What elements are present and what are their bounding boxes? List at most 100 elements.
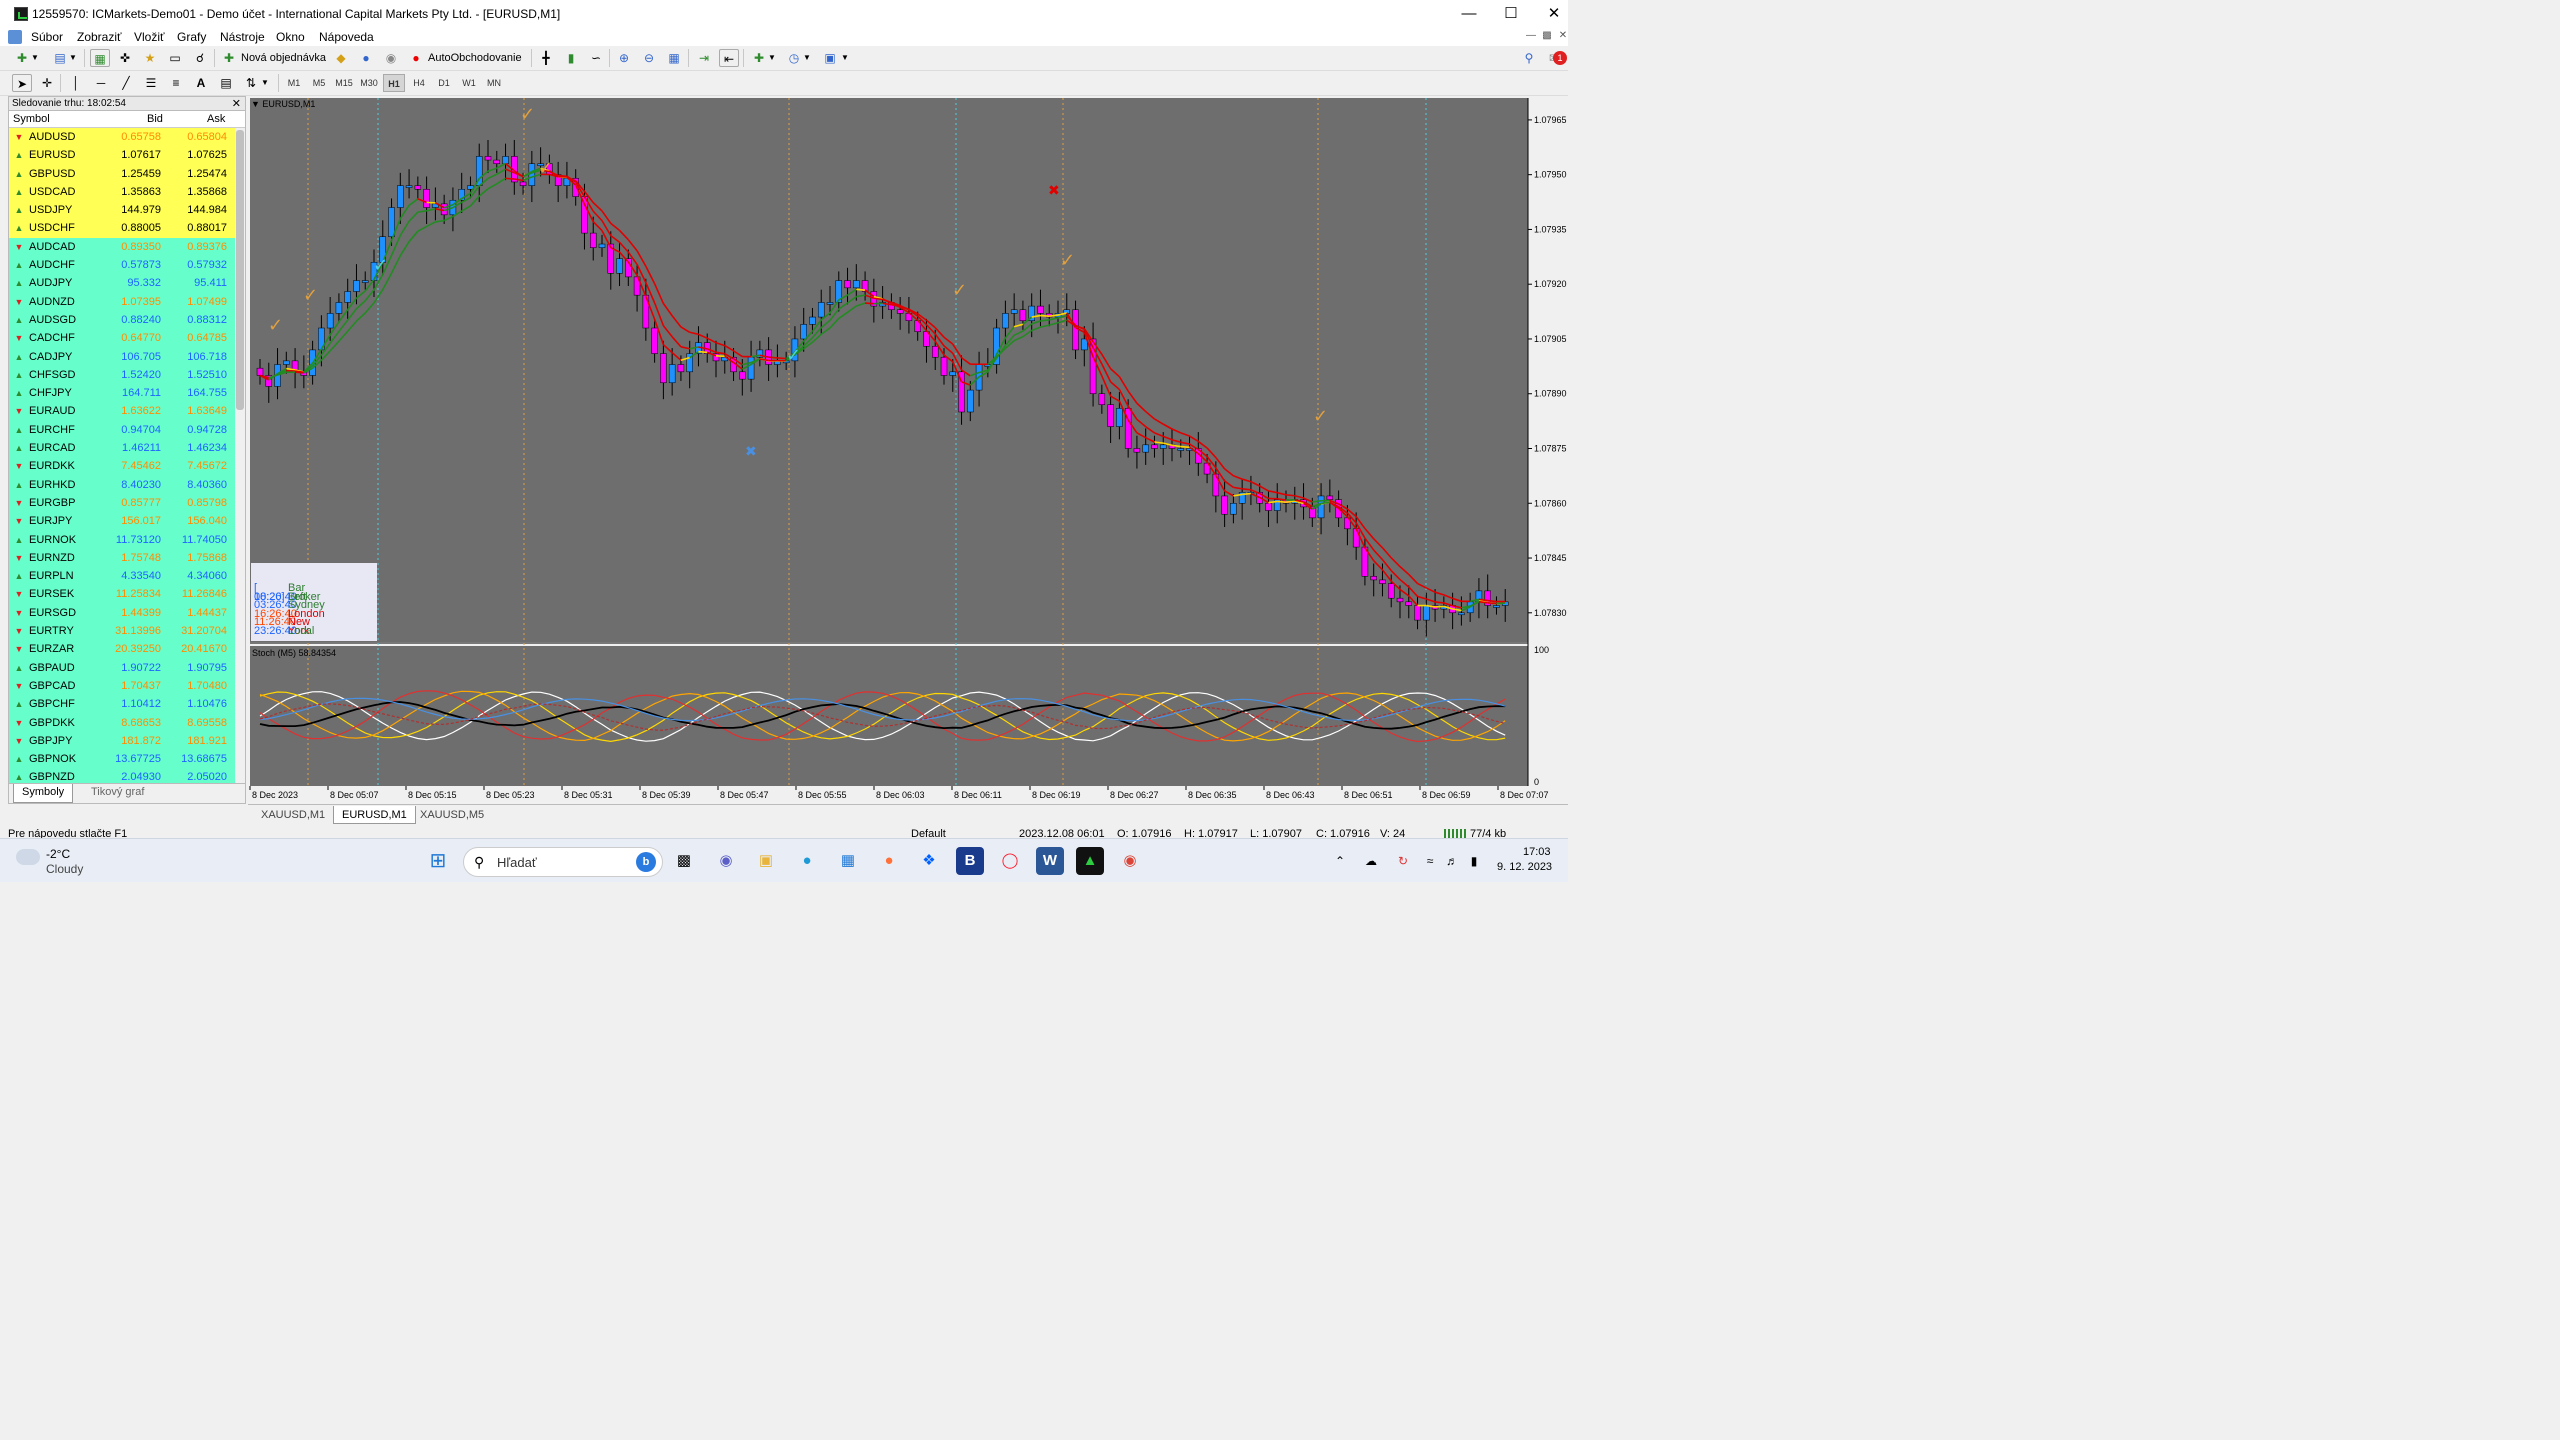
menu-view[interactable]: Zobraziť (77, 30, 122, 44)
market-watch-row[interactable]: ▼ AUDCAD 0.89350 0.89376 (9, 237, 245, 257)
dropdown-arrow-icon[interactable]: ▼ (802, 49, 812, 67)
menu-file[interactable]: Súbor (31, 30, 63, 44)
market-watch-row[interactable]: ▲ GBPNOK 13.67725 13.68675 (9, 750, 245, 769)
menu-charts[interactable]: Grafy (177, 30, 206, 44)
market-watch-row[interactable]: ▼ EURGBP 0.85777 0.85798 (9, 493, 245, 513)
market-watch-row[interactable]: ▲ USDCAD 1.35863 1.35868 (9, 182, 245, 202)
autotrading-button[interactable]: AutoObchodovanie (428, 52, 522, 64)
market-watch-row[interactable]: ▼ AUDNZD 1.07395 1.07499 (9, 292, 245, 311)
market-watch-row[interactable]: ▲ EURCHF 0.94704 0.94728 (9, 420, 245, 440)
chevron-up-icon[interactable]: ⌃ (1330, 847, 1350, 875)
file-explorer-icon[interactable]: ▣ (752, 847, 780, 875)
close-window-button[interactable]: ✕ (1531, 0, 1577, 28)
tab-xauusd-m1[interactable]: XAUUSD,M1 (253, 806, 333, 824)
start-icon[interactable]: ⊞ (424, 847, 452, 875)
autotrading-icon[interactable]: ● (406, 49, 426, 67)
market-watch-row[interactable]: ▼ GBPCAD 1.70437 1.70480 (9, 676, 245, 696)
metatrader-icon[interactable]: ▲ (1076, 847, 1104, 875)
close-icon[interactable]: ✕ (232, 97, 241, 111)
line-chart-icon[interactable]: ∽ (586, 49, 606, 67)
dropbox-icon[interactable]: ❖ (915, 847, 943, 875)
sync-icon[interactable]: ↻ (1392, 847, 1414, 875)
market-watch-row[interactable]: ▲ USDJPY 144.979 144.984 (9, 201, 245, 220)
tf-m1[interactable]: M1 (283, 74, 305, 92)
mdi-close-icon[interactable]: ✕ (1555, 30, 1571, 44)
battery-icon[interactable]: ▮ (1464, 847, 1484, 875)
templates-icon[interactable]: ▣ (820, 49, 840, 67)
document-icon[interactable] (8, 30, 22, 44)
signals-icon[interactable]: ● (356, 49, 376, 67)
fibonacci-icon[interactable]: ≡ (166, 74, 186, 92)
tab-xauusd-m5[interactable]: XAUUSD,M5 (412, 806, 492, 824)
market-watch-row[interactable]: ▼ EURTRY 31.13996 31.20704 (9, 622, 245, 641)
market-watch-row[interactable]: ▲ USDCHF 0.88005 0.88017 (9, 219, 245, 238)
maximize-button[interactable]: ☐ (1488, 0, 1534, 28)
tf-d1[interactable]: D1 (433, 74, 455, 92)
vertical-line-icon[interactable]: │ (66, 74, 86, 92)
chrome-icon[interactable]: ◉ (1116, 847, 1144, 875)
bar-chart-icon[interactable]: ╋ (536, 49, 556, 67)
data-window-icon[interactable]: ✜ (115, 49, 135, 67)
wifi-icon[interactable]: ≈ (1420, 847, 1440, 875)
tf-m5[interactable]: M5 (308, 74, 330, 92)
profiles-icon[interactable]: ▤ (50, 49, 70, 67)
tf-m15[interactable]: M15 (333, 74, 355, 92)
firefox-icon[interactable]: ● (875, 847, 903, 875)
market-watch-row[interactable]: ▲ EURNOK 11.73120 11.74050 (9, 530, 245, 549)
opera-icon[interactable]: ◯ (996, 847, 1024, 875)
minimize-button[interactable]: — (1446, 0, 1492, 28)
dropdown-arrow-icon[interactable]: ▼ (30, 49, 40, 67)
scrollbar-thumb[interactable] (236, 130, 244, 410)
market-watch-row[interactable]: ▲ GBPCHF 1.10412 1.10476 (9, 695, 245, 714)
market-watch-row[interactable]: ▲ EURPLN 4.33540 4.34060 (9, 567, 245, 586)
market-watch-row[interactable]: ▼ GBPDKK 8.68653 8.69558 (9, 713, 245, 732)
trendline-icon[interactable]: ╱ (116, 74, 136, 92)
market-watch-row[interactable]: ▲ CHFJPY 164.711 164.755 (9, 384, 245, 403)
market-watch-row[interactable]: ▲ EURHKD 8.40230 8.40360 (9, 475, 245, 494)
market-watch-row[interactable]: ▼ EURDKK 7.45462 7.45672 (9, 457, 245, 476)
dropdown-arrow-icon[interactable]: ▼ (68, 49, 78, 67)
menu-help[interactable]: Nápoveda (319, 30, 374, 44)
edge-icon[interactable]: ● (793, 847, 821, 875)
text-icon[interactable]: A (191, 74, 211, 92)
market-watch-row[interactable]: ▲ GBPAUD 1.90722 1.90795 (9, 658, 245, 677)
tab-eurusd-m1[interactable]: EURUSD,M1 (333, 806, 416, 824)
teams-icon[interactable]: ◉ (712, 847, 740, 875)
candlestick-chart-icon[interactable]: ▮ (561, 49, 581, 67)
strategy-tester-icon[interactable]: ☌ (190, 49, 210, 67)
periods-icon[interactable]: ◷ (784, 49, 804, 67)
weather-cloud-icon[interactable] (16, 849, 40, 865)
task-view-icon[interactable]: ▩ (670, 847, 698, 875)
weather-temp[interactable]: -2°C (46, 847, 70, 861)
crosshair-icon[interactable]: ✛ (37, 74, 57, 92)
market-watch-row[interactable]: ▲ AUDCHF 0.57873 0.57932 (9, 256, 245, 275)
column-bid[interactable]: Bid (147, 113, 163, 125)
mdi-restore-icon[interactable]: ▩ (1539, 30, 1555, 44)
notification-badge[interactable]: 1 (1553, 51, 1567, 65)
market-watch-row[interactable]: ▲ GBPUSD 1.25459 1.25474 (9, 164, 245, 183)
dropdown-arrow-icon[interactable]: ▼ (260, 74, 270, 92)
mdi-minimize-icon[interactable]: — (1523, 30, 1539, 44)
dropdown-arrow-icon[interactable]: ▼ (840, 49, 850, 67)
metaeditor-icon[interactable]: ◆ (331, 49, 351, 67)
market-watch-row[interactable]: ▼ EURZAR 20.39250 20.41670 (9, 640, 245, 659)
b-app-icon[interactable]: B (956, 847, 984, 875)
market-watch-row[interactable]: ▼ AUDUSD 0.65758 0.65804 (9, 128, 245, 147)
tf-w1[interactable]: W1 (458, 74, 480, 92)
column-symbol[interactable]: Symbol (13, 113, 50, 125)
menu-window[interactable]: Okno (276, 30, 305, 44)
onedrive-icon[interactable]: ☁ (1360, 847, 1382, 875)
clock-time[interactable]: 17:03 (1523, 846, 1551, 858)
vertical-scrollbar[interactable] (235, 128, 245, 784)
market-watch-row[interactable]: ▲ AUDSGD 0.88240 0.88312 (9, 310, 245, 330)
zoom-in-icon[interactable]: ⊕ (614, 49, 634, 67)
tab-symbols[interactable]: Symboly (13, 784, 74, 803)
market-watch-row[interactable]: ▼ EURAUD 1.63622 1.63649 (9, 402, 245, 421)
cursor-icon[interactable]: ➤ (12, 74, 32, 92)
new-chart-icon[interactable]: ✚ (12, 49, 32, 67)
market-watch-row[interactable]: ▼ EURJPY 156.017 156.040 (9, 512, 245, 531)
search-icon[interactable]: ⚲ (1519, 49, 1539, 67)
tf-m30[interactable]: M30 (358, 74, 380, 92)
navigator-icon[interactable]: ★ (140, 49, 160, 67)
horizontal-line-icon[interactable]: ─ (91, 74, 111, 92)
